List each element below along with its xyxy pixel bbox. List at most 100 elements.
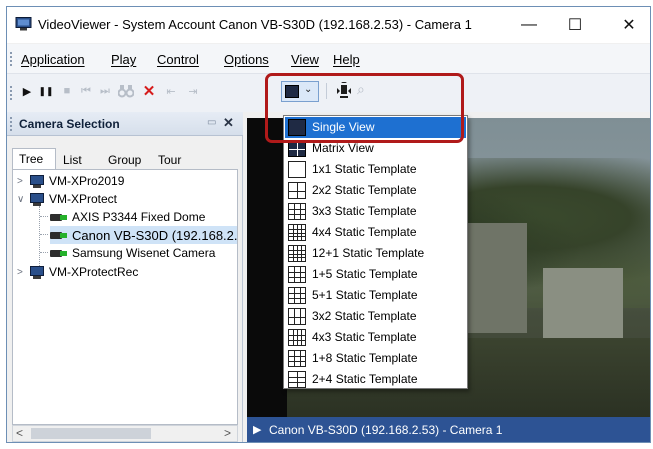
step-forward-icon[interactable]: ⏭ [97, 82, 113, 100]
grid-3x3-icon [288, 203, 306, 220]
menu-item-1-5-static-template[interactable]: 1+5 Static Template [285, 264, 466, 285]
grid-line [299, 267, 301, 282]
scroll-left-icon[interactable]: < [16, 426, 23, 440]
grid-line [297, 330, 298, 345]
grid-line [293, 246, 294, 261]
camera-icon [50, 230, 68, 241]
grid-line [299, 204, 301, 219]
play-icon[interactable]: ▶ [19, 82, 35, 100]
single-view-icon [285, 85, 299, 98]
grid-5plus1-icon [288, 287, 306, 304]
tree-node-server[interactable]: ∨ VM-XProtect [17, 190, 117, 208]
panel-grip[interactable] [10, 117, 13, 131]
step-back-icon[interactable]: ⏮ [78, 82, 94, 100]
minimize-button[interactable]: — [506, 7, 552, 43]
grid-4x4-icon [288, 224, 306, 241]
menu-application[interactable]: Application [21, 52, 85, 67]
grid-line [299, 309, 301, 324]
menu-item-1-8-static-template[interactable]: 1+8 Static Template [285, 348, 466, 369]
grid-line [301, 330, 302, 345]
grid-line [294, 351, 296, 366]
ptz-icon[interactable] [335, 81, 353, 100]
tree-node-server[interactable]: > VM-XProtectRec [17, 263, 138, 281]
close-icon[interactable]: ✕ [223, 115, 234, 131]
menu-item-4x4-static-template[interactable]: 4x4 Static Template [285, 222, 466, 243]
menu-item-3x3-static-template[interactable]: 3x3 Static Template [285, 201, 466, 222]
expand-icon[interactable]: > [17, 176, 29, 187]
expand-icon[interactable]: > [17, 267, 29, 278]
close-button[interactable]: ✕ [606, 7, 650, 43]
server-icon [29, 192, 45, 206]
toolbar-grip[interactable] [10, 86, 13, 100]
tree-node-camera-selected[interactable]: Canon VB-S30D (192.168.2.53) [50, 226, 238, 244]
menu-item-12-1-static-template[interactable]: 12+1 Static Template [285, 243, 466, 264]
video-image [247, 118, 287, 417]
scroll-right-icon[interactable]: > [224, 426, 231, 440]
tab-tour[interactable]: Tour [152, 151, 187, 169]
menu-item-5-1-static-template[interactable]: 5+1 Static Template [285, 285, 466, 306]
tab-group[interactable]: Group [102, 151, 147, 169]
scroll-thumb[interactable] [31, 428, 151, 439]
camera-tree: > VM-XPro2019 ∨ VM-XProtect AXIS P3344 F… [12, 169, 238, 425]
pin-icon[interactable]: ▭ [207, 117, 216, 128]
camera-status-label: Canon VB-S30D (192.168.2.53) - Camera 1 [269, 423, 503, 437]
delete-icon[interactable]: ✕ [141, 82, 157, 100]
view-layout-dropdown-button[interactable]: ⌄ [281, 81, 319, 102]
zoom-icon[interactable]: ⌕ [357, 81, 373, 99]
menu-item-label: 4x4 Static Template [312, 225, 417, 239]
menu-view[interactable]: View [291, 52, 319, 67]
menu-options[interactable]: Options [224, 52, 269, 67]
grid-line [297, 372, 298, 387]
toolbar-separator [326, 83, 327, 99]
camera-selection-panel: Camera Selection ▭ ✕ Tree List Group Tou… [7, 112, 243, 442]
menubar-grip[interactable] [10, 52, 13, 66]
stop-icon[interactable]: ■ [59, 82, 75, 100]
camera-icon [50, 248, 68, 259]
title-bar: VideoViewer - System Account Canon VB-S3… [7, 7, 650, 43]
menu-item-label: Single View [312, 120, 375, 134]
grid-line [289, 361, 305, 362]
menu-item-4x3-static-template[interactable]: 4x3 Static Template [285, 327, 466, 348]
menu-item-1x1-static-template[interactable]: 1x1 Static Template [285, 159, 466, 180]
collapse-icon[interactable]: ∨ [17, 194, 29, 205]
chevron-down-icon[interactable]: ⌄ [304, 84, 312, 95]
pause-icon[interactable]: ❚❚ [38, 82, 54, 100]
single-view-icon [288, 119, 306, 136]
menu-item-2-4-static-template[interactable]: 2+4 Static Template [285, 369, 466, 390]
menu-item-2x2-static-template[interactable]: 2x2 Static Template [285, 180, 466, 201]
grid-line [297, 141, 298, 156]
grid-line [289, 209, 305, 210]
server-icon [29, 265, 45, 279]
tree-node-camera[interactable]: AXIS P3344 Fixed Dome [50, 208, 205, 226]
tree-node-server[interactable]: > VM-XPro2019 [17, 172, 124, 190]
horizontal-scrollbar[interactable]: < > [12, 425, 238, 442]
panel-title: Camera Selection [19, 117, 120, 131]
menu-item-label: 2+4 Static Template [312, 372, 418, 386]
grid-1plus8-icon [288, 350, 306, 367]
menu-control[interactable]: Control [157, 52, 199, 67]
menu-play[interactable]: Play [111, 52, 136, 67]
menu-help[interactable]: Help [333, 52, 360, 67]
tree-node-label: VM-XProtect [49, 192, 118, 206]
camera-icon [50, 212, 68, 223]
menu-item-label: 12+1 Static Template [312, 246, 425, 260]
grid-3x2-icon [288, 308, 306, 325]
menu-item-matrix-view[interactable]: Matrix View [285, 138, 466, 159]
camera-status-bar[interactable]: ▶ Canon VB-S30D (192.168.2.53) - Camera … [247, 417, 650, 442]
grid-1x1-icon [288, 161, 306, 178]
grid-line [299, 351, 301, 366]
tab-list[interactable]: List [57, 151, 88, 169]
menu-item-3x2-static-template[interactable]: 3x2 Static Template [285, 306, 466, 327]
tab-tree[interactable]: Tree [12, 148, 56, 170]
grid-1plus5-icon [288, 266, 306, 283]
matrix-view-icon [288, 140, 306, 157]
binoculars-icon[interactable] [118, 82, 134, 100]
tree-node-label: Canon VB-S30D (192.168.2.53) [72, 227, 238, 243]
tree-node-camera[interactable]: Samsung Wisenet Camera [50, 244, 215, 262]
grid-line [289, 298, 305, 299]
next-frame-icon[interactable]: ⇥ [185, 82, 201, 100]
menu-item-label: 1x1 Static Template [312, 162, 417, 176]
prev-frame-icon[interactable]: ⇤ [163, 82, 179, 100]
menu-item-single-view[interactable]: Single View [285, 117, 466, 138]
maximize-button[interactable]: ☐ [552, 7, 598, 43]
